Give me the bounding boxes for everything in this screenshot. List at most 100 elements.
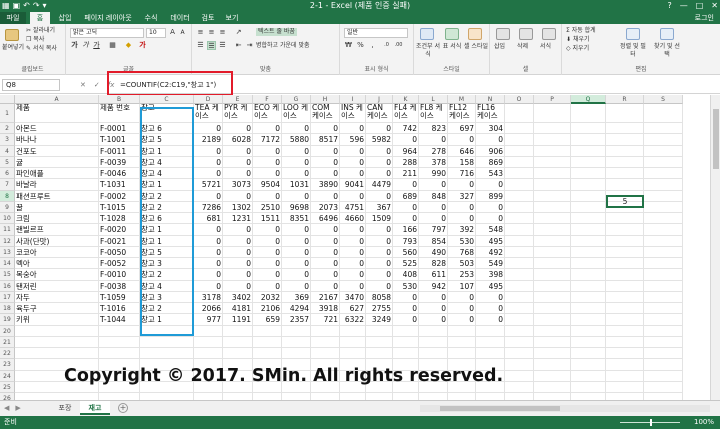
table-cell[interactable] [505, 213, 534, 225]
table-cell[interactable]: 육두구 [15, 303, 99, 315]
table-cell[interactable]: 964 [393, 145, 419, 157]
column-header-d[interactable]: D [194, 95, 223, 104]
table-cell[interactable]: 0 [419, 291, 448, 303]
table-cell[interactable]: 0 [393, 201, 419, 213]
table-cell[interactable]: 977 [194, 314, 223, 326]
table-cell[interactable]: 0 [311, 168, 340, 180]
table-cell[interactable] [606, 325, 644, 337]
next-sheet-icon[interactable]: ▶ [15, 404, 20, 412]
row-header[interactable]: 11 [0, 224, 15, 236]
table-cell[interactable]: 0 [311, 224, 340, 236]
table-cell[interactable]: 0 [253, 224, 282, 236]
table-cell[interactable] [644, 145, 683, 157]
table-cell[interactable]: 0 [340, 235, 366, 247]
table-cell[interactable] [606, 348, 644, 360]
table-cell[interactable] [476, 336, 505, 348]
table-cell[interactable]: F-0021 [99, 235, 140, 247]
table-cell[interactable] [534, 269, 571, 281]
table-cell[interactable]: 0 [366, 246, 393, 258]
column-header-n[interactable]: N [476, 95, 505, 104]
table-cell[interactable] [223, 348, 253, 360]
table-cell[interactable] [534, 190, 571, 202]
underline-icon[interactable]: 가 [92, 41, 101, 50]
table-cell[interactable]: 0 [476, 201, 505, 213]
header-cell[interactable]: FL8 케이스 [419, 104, 448, 123]
table-cell[interactable] [534, 156, 571, 168]
column-header-m[interactable]: M [448, 95, 476, 104]
align-left-icon[interactable]: ☰ [196, 41, 205, 50]
table-cell[interactable] [571, 168, 606, 180]
table-cell[interactable] [534, 291, 571, 303]
table-cell[interactable]: 0 [393, 179, 419, 191]
table-cell[interactable]: 369 [282, 291, 311, 303]
table-cell[interactable] [505, 381, 534, 393]
table-cell[interactable]: 2189 [194, 134, 223, 146]
table-cell[interactable] [571, 145, 606, 157]
row-header[interactable]: 13 [0, 246, 15, 258]
zoom-slider[interactable] [620, 419, 680, 426]
shrink-font-icon[interactable]: A [178, 28, 187, 37]
table-cell[interactable]: 0 [194, 224, 223, 236]
table-cell[interactable]: 548 [476, 224, 505, 236]
table-cell[interactable]: 0 [223, 280, 253, 292]
table-cell[interactable] [311, 348, 340, 360]
table-cell[interactable] [606, 224, 644, 236]
table-cell[interactable]: 4294 [282, 303, 311, 315]
table-cell[interactable]: 3470 [340, 291, 366, 303]
table-cell[interactable]: 0 [366, 123, 393, 135]
column-header-l[interactable]: L [419, 95, 448, 104]
table-cell[interactable] [644, 370, 683, 382]
table-cell[interactable]: 659 [253, 314, 282, 326]
table-cell[interactable]: 304 [476, 123, 505, 135]
decrease-decimal-icon[interactable]: .00 [394, 41, 403, 50]
table-cell[interactable]: 627 [340, 303, 366, 315]
align-center-icon[interactable]: ☰ [207, 41, 216, 50]
table-cell[interactable]: 166 [393, 224, 419, 236]
table-cell[interactable] [644, 258, 683, 270]
table-cell[interactable]: 490 [419, 246, 448, 258]
table-cell[interactable]: 689 [393, 190, 419, 202]
table-cell[interactable]: 278 [419, 145, 448, 157]
table-cell[interactable]: 503 [448, 258, 476, 270]
table-cell[interactable]: 0 [194, 246, 223, 258]
table-cell[interactable] [571, 258, 606, 270]
table-cell[interactable]: 0 [340, 145, 366, 157]
tab-page-layout[interactable]: 페이지 레이아웃 [80, 12, 136, 24]
table-cell[interactable] [476, 393, 505, 400]
table-cell[interactable] [282, 393, 311, 400]
table-cell[interactable] [571, 190, 606, 202]
table-cell[interactable]: 멕아 [15, 258, 99, 270]
table-cell[interactable]: 0 [223, 123, 253, 135]
number-format-combo[interactable]: 일반 [344, 28, 408, 38]
table-cell[interactable] [644, 291, 683, 303]
table-cell[interactable]: 530 [393, 280, 419, 292]
table-cell[interactable] [282, 325, 311, 337]
table-cell[interactable] [340, 336, 366, 348]
table-cell[interactable]: 0 [223, 145, 253, 157]
table-cell[interactable]: 3249 [366, 314, 393, 326]
active-cell[interactable]: 5 [606, 195, 644, 208]
table-cell[interactable]: 0 [366, 224, 393, 236]
table-cell[interactable]: 0 [419, 303, 448, 315]
table-cell[interactable]: 596 [340, 134, 366, 146]
currency-icon[interactable]: ₩ [344, 41, 353, 50]
table-cell[interactable]: 3178 [194, 291, 223, 303]
table-cell[interactable]: T-1031 [99, 179, 140, 191]
table-cell[interactable] [419, 393, 448, 400]
table-cell[interactable]: 자두 [15, 291, 99, 303]
conditional-format-button[interactable]: 조건부 서식 [415, 43, 441, 59]
table-cell[interactable] [534, 258, 571, 270]
tab-view[interactable]: 보기 [222, 12, 242, 24]
row-header[interactable]: 10 [0, 213, 15, 225]
table-cell[interactable]: F-0052 [99, 258, 140, 270]
table-cell[interactable] [644, 224, 683, 236]
table-cell[interactable]: 파인애플 [15, 168, 99, 180]
row-header[interactable]: 22 [0, 348, 15, 360]
table-cell[interactable] [606, 336, 644, 348]
table-cell[interactable] [571, 314, 606, 326]
table-cell[interactable] [15, 393, 99, 400]
table-cell[interactable]: 0 [311, 145, 340, 157]
table-cell[interactable]: 0 [253, 258, 282, 270]
table-cell[interactable] [223, 325, 253, 337]
table-cell[interactable] [606, 393, 644, 400]
